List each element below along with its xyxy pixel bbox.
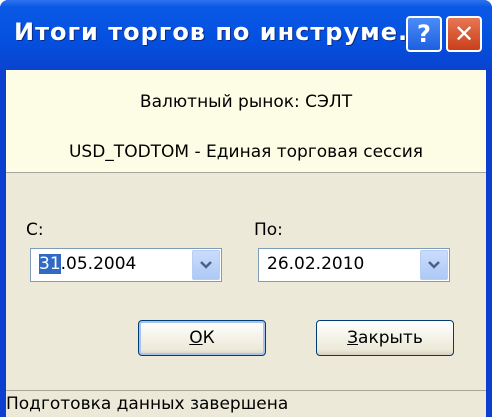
ok-button[interactable]: ОК [138, 320, 266, 356]
status-text: Подготовка данных завершена [6, 394, 289, 414]
instrument-label: USD_TODTOM - Единая торговая сессия [68, 142, 424, 162]
close-window-button[interactable]: ✕ [446, 16, 482, 52]
from-date-selected-part: 31 [39, 254, 61, 274]
ok-button-accel: О [189, 328, 203, 348]
to-date-combo[interactable]: 26.02.2010 [258, 248, 450, 282]
to-date-value[interactable]: 26.02.2010 [267, 254, 364, 274]
from-date-rest: .05.2004 [60, 254, 137, 274]
title-bar[interactable]: Итоги торгов по инструме... ? ✕ [0, 0, 492, 70]
from-date-label: С: [26, 220, 44, 240]
ok-button-label: К [202, 328, 215, 348]
chevron-down-icon [428, 261, 440, 269]
close-button-accel: З [347, 328, 359, 348]
from-date-value[interactable]: 31.05.2004 [39, 254, 136, 274]
market-label: Валютный рынок: СЭЛТ [139, 92, 353, 112]
from-date-combo[interactable]: 31.05.2004 [30, 248, 222, 282]
dialog-window: Итоги торгов по инструме... ? ✕ Валютный… [0, 0, 492, 417]
from-date-dropdown-button[interactable] [192, 250, 220, 280]
close-button[interactable]: Закрыть [316, 320, 454, 356]
to-date-dropdown-button[interactable] [420, 250, 448, 280]
close-button-label: акрыть [358, 328, 423, 348]
close-icon: ✕ [453, 20, 475, 48]
to-date-label: По: [254, 220, 283, 240]
chevron-down-icon [200, 261, 212, 269]
status-bar: Подготовка данных завершена [6, 390, 486, 417]
window-title: Итоги торгов по инструме... [14, 18, 429, 46]
info-header: Валютный рынок: СЭЛТ USD_TODTOM - Единая… [6, 70, 486, 173]
question-icon: ? [417, 20, 431, 48]
help-button[interactable]: ? [406, 16, 442, 52]
dialog-client-area: Валютный рынок: СЭЛТ USD_TODTOM - Единая… [6, 70, 486, 417]
